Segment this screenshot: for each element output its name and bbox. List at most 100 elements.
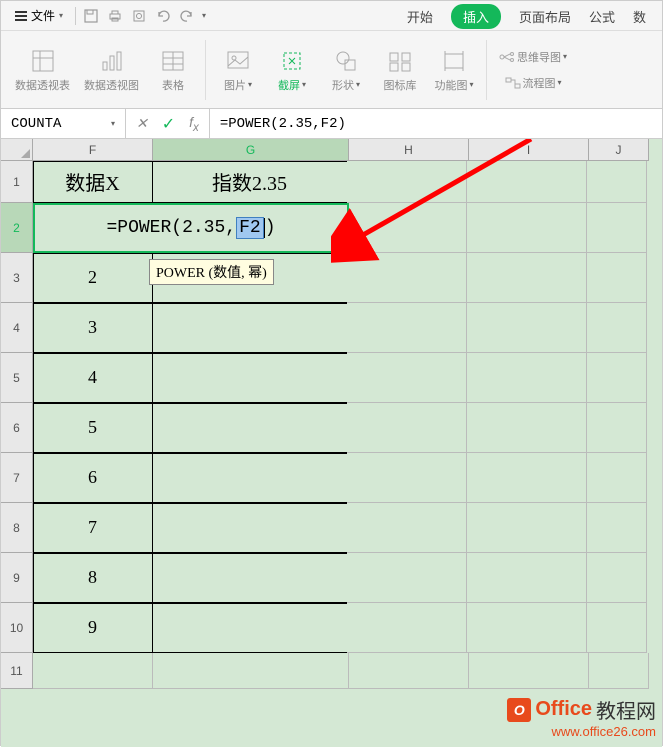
row-header[interactable]: 4 [1, 303, 33, 353]
icon-library-button[interactable]: 图标库 [374, 47, 426, 93]
col-header-F[interactable]: F [33, 139, 153, 161]
cell[interactable] [469, 653, 589, 689]
chevron-down-icon[interactable]: ▾ [202, 11, 206, 20]
cell[interactable] [467, 203, 587, 253]
cell[interactable] [349, 653, 469, 689]
cell[interactable] [467, 303, 587, 353]
cell[interactable] [347, 503, 467, 553]
cell[interactable] [347, 203, 467, 253]
function-chart-button[interactable]: 功能图 ▾ [428, 47, 480, 93]
tab-formula[interactable]: 公式 [589, 7, 615, 26]
cell[interactable] [467, 353, 587, 403]
col-header-H[interactable]: H [349, 139, 469, 161]
cell-F6[interactable]: 5 [33, 403, 153, 453]
tab-layout[interactable]: 页面布局 [519, 7, 571, 26]
cell[interactable] [347, 403, 467, 453]
row-header[interactable]: 11 [1, 653, 33, 689]
save-icon[interactable] [82, 7, 100, 25]
print-preview-icon[interactable] [130, 7, 148, 25]
cell-F9[interactable]: 8 [33, 553, 153, 603]
pivot-chart-button[interactable]: 数据透视图 [78, 47, 145, 93]
cell[interactable] [467, 403, 587, 453]
cell-F1[interactable]: 数据X [33, 161, 153, 203]
cell[interactable] [467, 253, 587, 303]
cell[interactable] [587, 203, 647, 253]
cell-F7[interactable]: 6 [33, 453, 153, 503]
shape-icon [332, 47, 360, 75]
cell[interactable] [33, 653, 153, 689]
confirm-icon[interactable]: ✓ [162, 114, 175, 134]
cell[interactable] [347, 303, 467, 353]
table-button[interactable]: 表格 [147, 47, 199, 93]
tab-insert[interactable]: 插入 [451, 4, 501, 29]
row-header[interactable]: 3 [1, 253, 33, 303]
cell[interactable] [587, 503, 647, 553]
cell[interactable] [467, 603, 587, 653]
cell-F3[interactable]: 2 [33, 253, 153, 303]
name-box[interactable]: COUNTA ▾ [1, 109, 126, 138]
mindmap-button[interactable]: 思维导图 ▾ 流程图 ▾ [493, 49, 573, 91]
shape-button[interactable]: 形状 ▾ [320, 47, 372, 93]
cell[interactable] [587, 161, 647, 203]
cell-F8[interactable]: 7 [33, 503, 153, 553]
formula-bar-input[interactable]: =POWER(2.35,F2) [210, 109, 662, 138]
cell[interactable] [347, 453, 467, 503]
cell[interactable] [587, 303, 647, 353]
picture-button[interactable]: 图片 ▾ [212, 47, 264, 93]
row-header[interactable]: 8 [1, 503, 33, 553]
col-header-J[interactable]: J [589, 139, 649, 161]
cell-G6[interactable] [152, 403, 348, 453]
cell[interactable] [589, 653, 649, 689]
row-header[interactable]: 7 [1, 453, 33, 503]
cell[interactable] [587, 553, 647, 603]
cell[interactable] [347, 353, 467, 403]
cell[interactable] [347, 553, 467, 603]
cell-G5[interactable] [152, 353, 348, 403]
cell-F10[interactable]: 9 [33, 603, 153, 653]
cell-G9[interactable] [152, 553, 348, 603]
row-header[interactable]: 10 [1, 603, 33, 653]
cell-F5[interactable]: 4 [33, 353, 153, 403]
row-header[interactable]: 6 [1, 403, 33, 453]
watermark-url: www.office26.com [507, 724, 656, 739]
tab-start[interactable]: 开始 [407, 7, 433, 26]
cell-edit-overlay[interactable]: =POWER(2.35,F2) [33, 203, 349, 253]
cell[interactable] [467, 503, 587, 553]
cell-F4[interactable]: 3 [33, 303, 153, 353]
cell[interactable] [467, 161, 587, 203]
cell[interactable] [467, 553, 587, 603]
redo-icon[interactable] [178, 7, 196, 25]
fx-icon[interactable]: fx [189, 114, 199, 134]
screenshot-button[interactable]: 截屏 ▾ [266, 47, 318, 93]
cell[interactable] [467, 453, 587, 503]
cell[interactable] [587, 453, 647, 503]
cell-G1[interactable]: 指数2.35 [152, 161, 348, 203]
cell[interactable] [347, 253, 467, 303]
chevron-down-icon: ▾ [111, 119, 115, 128]
pivot-table-button[interactable]: 数据透视表 [9, 47, 76, 93]
cell-G7[interactable] [152, 453, 348, 503]
cell[interactable] [587, 253, 647, 303]
undo-icon[interactable] [154, 7, 172, 25]
row-header[interactable]: 5 [1, 353, 33, 403]
cell[interactable] [587, 403, 647, 453]
row-header[interactable]: 9 [1, 553, 33, 603]
cell-G10[interactable] [152, 603, 348, 653]
col-header-I[interactable]: I [469, 139, 589, 161]
cell-G4[interactable] [152, 303, 348, 353]
cell[interactable] [347, 161, 467, 203]
select-all-corner[interactable] [1, 139, 33, 161]
tab-data[interactable]: 数 [633, 7, 646, 26]
cell[interactable] [347, 603, 467, 653]
cell[interactable] [587, 353, 647, 403]
file-menu-button[interactable]: 文件 ▾ [9, 5, 69, 26]
row-header[interactable]: 2 [1, 203, 33, 253]
cell-G8[interactable] [152, 503, 348, 553]
print-icon[interactable] [106, 7, 124, 25]
row-header[interactable]: 1 [1, 161, 33, 203]
col-header-G[interactable]: G [153, 139, 349, 161]
cell[interactable] [153, 653, 349, 689]
cell[interactable] [587, 603, 647, 653]
cancel-icon[interactable]: ✕ [136, 115, 148, 132]
spreadsheet-grid[interactable]: F G H I J 1 2 3 4 5 6 7 8 9 10 11 数据X 指数… [1, 139, 662, 747]
